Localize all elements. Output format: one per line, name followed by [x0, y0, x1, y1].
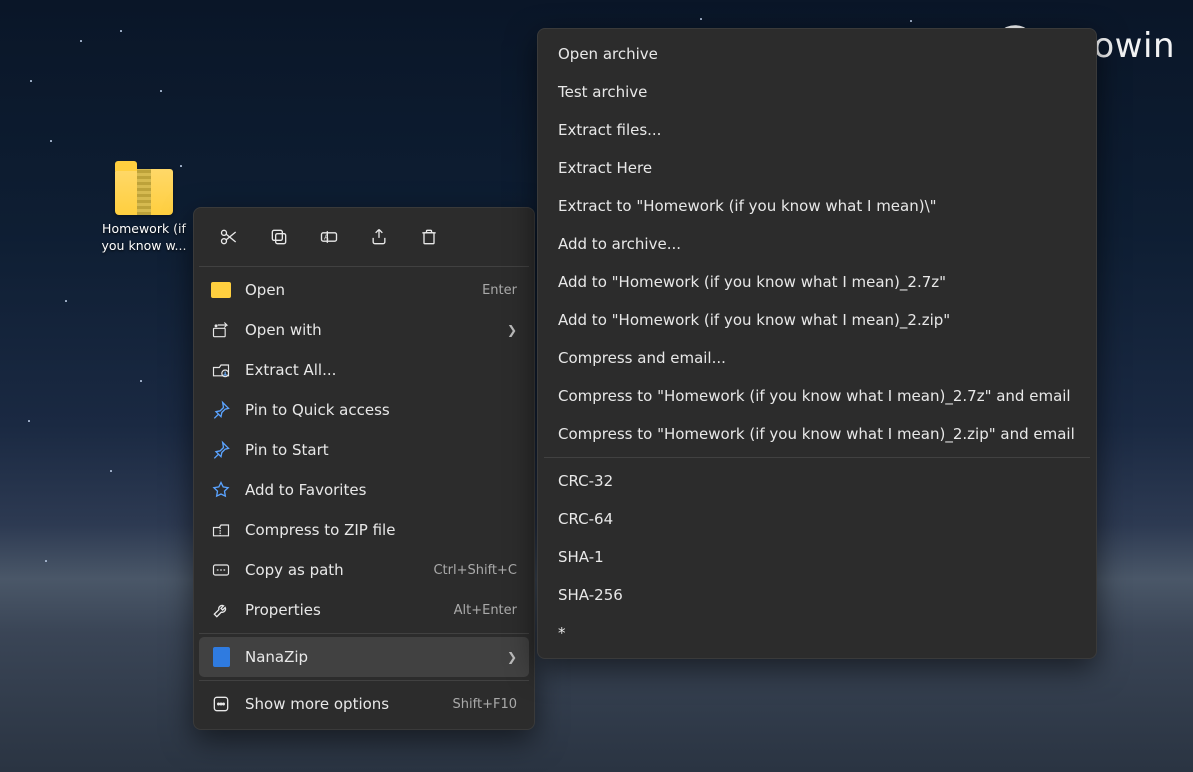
menu-item-nanazip[interactable]: NanaZip ❯ — [199, 637, 529, 677]
svg-text:A: A — [324, 234, 329, 242]
pin-icon — [211, 440, 231, 460]
rename-button[interactable]: A — [311, 221, 347, 253]
menu-item-copy-path[interactable]: Copy as path Ctrl+Shift+C — [199, 550, 529, 590]
menu-item-extract-all[interactable]: Extract All... — [199, 350, 529, 390]
rename-icon: A — [319, 227, 339, 247]
context-menu-toolbar: A — [199, 213, 529, 263]
copy-path-icon — [211, 560, 231, 580]
share-button[interactable] — [361, 221, 397, 253]
submenu-item[interactable]: CRC-32 — [544, 462, 1090, 500]
submenu-item[interactable]: Add to "Homework (if you know what I mea… — [544, 301, 1090, 339]
submenu-label: Add to "Homework (if you know what I mea… — [558, 311, 950, 329]
submenu-label: Compress to "Homework (if you know what … — [558, 425, 1075, 443]
copy-button[interactable] — [261, 221, 297, 253]
menu-item-show-more[interactable]: Show more options Shift+F10 — [199, 684, 529, 724]
menu-item-label: Properties — [245, 601, 440, 619]
submenu-item[interactable]: Open archive — [544, 35, 1090, 73]
pin-icon — [211, 400, 231, 420]
submenu-item[interactable]: Extract to "Homework (if you know what I… — [544, 187, 1090, 225]
copy-icon — [269, 227, 289, 247]
menu-item-label: Show more options — [245, 695, 439, 713]
separator — [544, 457, 1090, 458]
scissors-icon — [219, 227, 239, 247]
menu-item-accel: Alt+Enter — [454, 603, 517, 618]
submenu-item[interactable]: Test archive — [544, 73, 1090, 111]
submenu-label: Compress to "Homework (if you know what … — [558, 387, 1071, 405]
delete-button[interactable] — [411, 221, 447, 253]
desktop-file-label: Homework (if you know w... — [99, 221, 189, 255]
separator — [199, 266, 529, 267]
chevron-right-icon: ❯ — [507, 650, 517, 664]
submenu-item[interactable]: Compress to "Homework (if you know what … — [544, 377, 1090, 415]
submenu-item[interactable]: CRC-64 — [544, 500, 1090, 538]
submenu-label: Add to "Homework (if you know what I mea… — [558, 273, 946, 291]
menu-item-label: Compress to ZIP file — [245, 521, 517, 539]
menu-item-open[interactable]: Open Enter — [199, 270, 529, 310]
submenu-item[interactable]: Add to "Homework (if you know what I mea… — [544, 263, 1090, 301]
trash-icon — [419, 227, 439, 247]
submenu-label: Test archive — [558, 83, 647, 101]
submenu-item[interactable]: * — [544, 614, 1090, 652]
submenu-label: Open archive — [558, 45, 658, 63]
menu-item-pin-start[interactable]: Pin to Start — [199, 430, 529, 470]
extract-icon — [211, 360, 231, 380]
menu-item-label: Pin to Quick access — [245, 401, 517, 419]
menu-item-label: Open — [245, 281, 468, 299]
menu-item-properties[interactable]: Properties Alt+Enter — [199, 590, 529, 630]
more-options-icon — [211, 694, 231, 714]
nanazip-submenu: Open archive Test archive Extract files.… — [537, 28, 1097, 659]
menu-item-add-favorites[interactable]: Add to Favorites — [199, 470, 529, 510]
menu-item-pin-quick-access[interactable]: Pin to Quick access — [199, 390, 529, 430]
separator — [199, 680, 529, 681]
submenu-label: CRC-32 — [558, 472, 613, 490]
submenu-item[interactable]: Extract files... — [544, 111, 1090, 149]
submenu-label: * — [558, 624, 566, 642]
submenu-item[interactable]: SHA-1 — [544, 538, 1090, 576]
desktop-file-zip[interactable]: Homework (if you know w... — [99, 169, 189, 255]
submenu-label: SHA-256 — [558, 586, 623, 604]
submenu-label: Compress and email... — [558, 349, 726, 367]
open-with-icon — [211, 320, 231, 340]
chevron-right-icon: ❯ — [507, 323, 517, 337]
folder-icon — [211, 280, 231, 300]
separator — [199, 633, 529, 634]
submenu-item[interactable]: SHA-256 — [544, 576, 1090, 614]
submenu-label: CRC-64 — [558, 510, 613, 528]
menu-item-label: Copy as path — [245, 561, 419, 579]
menu-item-accel: Ctrl+Shift+C — [433, 563, 517, 578]
star-icon — [211, 480, 231, 500]
submenu-label: Extract Here — [558, 159, 652, 177]
submenu-item[interactable]: Compress and email... — [544, 339, 1090, 377]
cut-button[interactable] — [211, 221, 247, 253]
zip-folder-icon — [115, 169, 173, 215]
nanazip-icon — [211, 647, 231, 667]
submenu-item[interactable]: Extract Here — [544, 149, 1090, 187]
menu-item-label: Extract All... — [245, 361, 517, 379]
submenu-label: Extract to "Homework (if you know what I… — [558, 197, 937, 215]
share-icon — [369, 227, 389, 247]
menu-item-open-with[interactable]: Open with ❯ — [199, 310, 529, 350]
menu-item-compress-zip[interactable]: Compress to ZIP file — [199, 510, 529, 550]
submenu-label: Extract files... — [558, 121, 661, 139]
wrench-icon — [211, 600, 231, 620]
menu-item-accel: Shift+F10 — [453, 697, 517, 712]
menu-item-accel: Enter — [482, 283, 517, 298]
submenu-item[interactable]: Add to archive... — [544, 225, 1090, 263]
menu-item-label: NanaZip — [245, 648, 493, 666]
submenu-label: SHA-1 — [558, 548, 604, 566]
zip-icon — [211, 520, 231, 540]
context-menu: A Open Enter Open with ❯ Extract All.. — [193, 207, 535, 730]
menu-item-label: Pin to Start — [245, 441, 517, 459]
menu-item-label: Add to Favorites — [245, 481, 517, 499]
menu-item-label: Open with — [245, 321, 493, 339]
submenu-label: Add to archive... — [558, 235, 681, 253]
submenu-item[interactable]: Compress to "Homework (if you know what … — [544, 415, 1090, 453]
